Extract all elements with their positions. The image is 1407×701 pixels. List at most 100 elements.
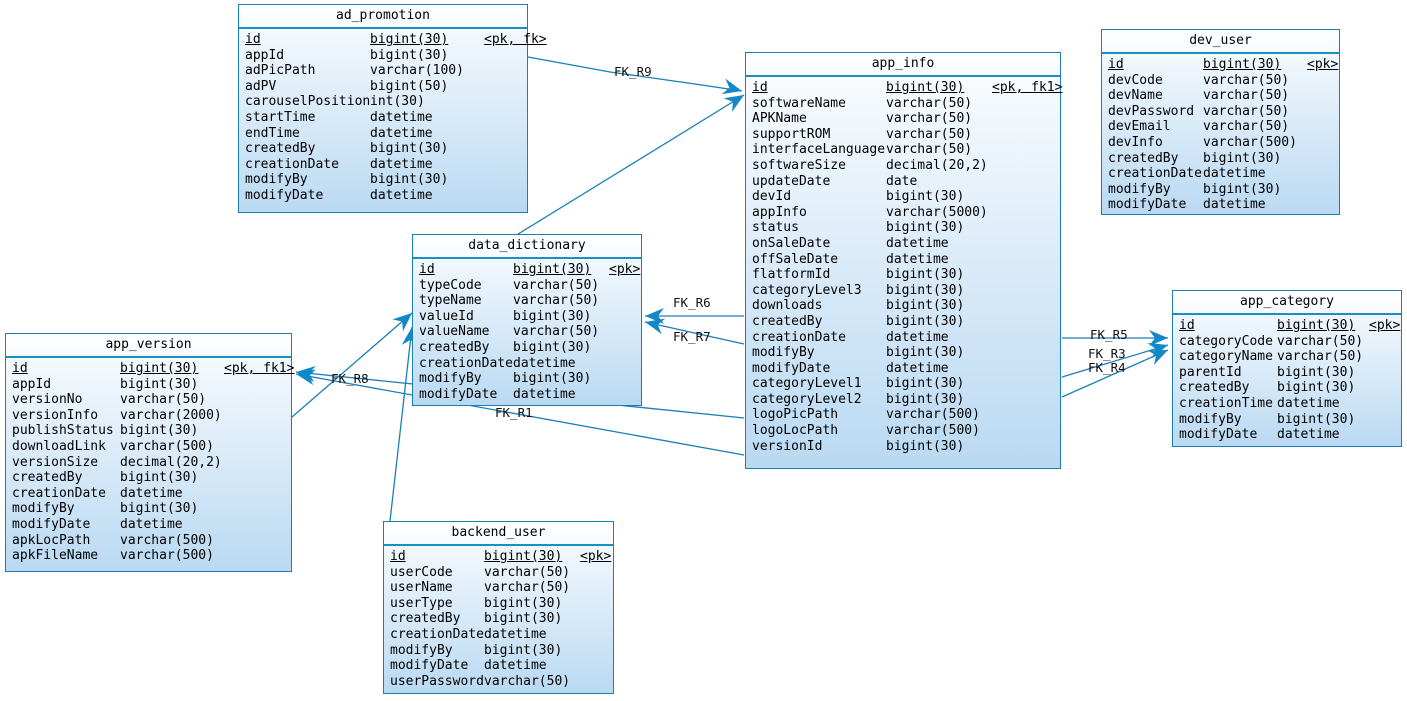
column-row[interactable]: devPassword varchar(50) — [1102, 104, 1339, 120]
column-row[interactable]: createdBy bigint(30) — [1173, 380, 1401, 396]
column-type: varchar(50) — [886, 111, 973, 127]
column-row[interactable]: modifyBy bigint(30) — [413, 371, 641, 387]
column-name: flatformId — [752, 267, 831, 283]
column-row[interactable]: creationDate datetime — [1102, 166, 1339, 182]
column-row[interactable]: devEmail varchar(50) — [1102, 119, 1339, 135]
column-row[interactable]: userCode varchar(50) — [384, 565, 613, 581]
column-row[interactable]: createdBy bigint(30) — [239, 141, 527, 157]
column-row[interactable]: logoPicPath varchar(500) — [746, 407, 1060, 423]
column-row[interactable]: creationDate datetime — [746, 330, 1060, 346]
column-row[interactable]: adPV bigint(50) — [239, 79, 527, 95]
column-row[interactable]: modifyDate datetime — [6, 517, 291, 533]
column-row[interactable]: createdBy bigint(30) — [413, 340, 641, 356]
column-row[interactable]: flatformId bigint(30) — [746, 267, 1060, 283]
column-row[interactable]: versionInfo varchar(2000) — [6, 408, 291, 424]
column-row[interactable]: userName varchar(50) — [384, 580, 613, 596]
column-row[interactable]: carouselPosition int(30) — [239, 94, 527, 110]
column-row[interactable]: versionId bigint(30) — [746, 439, 1060, 455]
column-row[interactable]: modifyBy bigint(30) — [1173, 412, 1401, 428]
entity-app_category[interactable]: app_category id bigint(30) <pk> categoryCode… — [1172, 290, 1402, 447]
column-row[interactable]: modifyBy bigint(30) — [384, 643, 613, 659]
column-row[interactable]: creationDate datetime — [239, 157, 527, 173]
column-row[interactable]: interfaceLanguage varchar(50) — [746, 142, 1060, 158]
column-row[interactable]: id bigint(30) <pk, fk1> — [6, 361, 294, 377]
column-row[interactable]: categoryName varchar(50) — [1173, 349, 1401, 365]
entity-backend_user[interactable]: backend_user id bigint(30) <pk> userCode varc… — [383, 521, 614, 694]
column-row[interactable]: modifyBy bigint(30) — [6, 501, 291, 517]
entity-app_version[interactable]: app_version id bigint(30) <pk, fk1> appId big… — [5, 333, 294, 572]
column-row[interactable]: versionNo varchar(50) — [6, 392, 291, 408]
column-row[interactable]: creationDate datetime — [384, 627, 613, 643]
column-row[interactable]: logoLocPath varchar(500) — [746, 423, 1060, 439]
column-row[interactable]: valueName varchar(50) — [413, 324, 641, 340]
column-row[interactable]: modifyDate datetime — [1102, 197, 1339, 213]
column-row[interactable]: typeName varchar(50) — [413, 293, 641, 309]
entity-dev_user[interactable]: dev_user id bigint(30) <pk> devCode varchar(5… — [1101, 29, 1340, 215]
column-row[interactable]: apkFileName varchar(500) — [6, 548, 291, 564]
column-row[interactable]: offSaleDate datetime — [746, 252, 1060, 268]
entity-app_info[interactable]: app_info id bigint(30) <pk, fk1> softwareNam… — [745, 52, 1062, 469]
column-row[interactable]: adPicPath varchar(100) — [239, 63, 527, 79]
column-row[interactable]: APKName varchar(50) — [746, 111, 1060, 127]
column-row[interactable]: softwareName varchar(50) — [746, 96, 1060, 112]
column-row[interactable]: endTime datetime — [239, 126, 527, 142]
column-row[interactable]: status bigint(30) — [746, 220, 1060, 236]
column-row[interactable]: updateDate date — [746, 174, 1060, 190]
column-row[interactable]: modifyDate datetime — [384, 658, 613, 674]
column-row[interactable]: id bigint(30) <pk> — [413, 262, 641, 278]
column-row[interactable]: valueId bigint(30) — [413, 309, 641, 325]
column-row[interactable]: devInfo varchar(500) — [1102, 135, 1339, 151]
column-row[interactable]: startTime datetime — [239, 110, 527, 126]
column-name: onSaleDate — [752, 235, 831, 251]
column-row[interactable]: apkLocPath varchar(500) — [6, 533, 291, 549]
column-row[interactable]: createdBy bigint(30) — [384, 611, 613, 627]
column-row[interactable]: creationDate datetime — [413, 356, 641, 372]
column-row[interactable]: parentId bigint(30) — [1173, 365, 1401, 381]
column-row[interactable]: categoryCode varchar(50) — [1173, 334, 1401, 350]
column-row[interactable]: appId bigint(30) — [6, 377, 291, 393]
column-type: bigint(30) — [484, 549, 563, 564]
column-type: datetime — [886, 251, 949, 267]
column-row[interactable]: devCode varchar(50) — [1102, 73, 1339, 89]
column-type: datetime — [370, 156, 433, 172]
column-row[interactable]: supportROM varchar(50) — [746, 127, 1060, 143]
entity-data_dictionary[interactable]: data_dictionary id bigint(30) <pk> typeCode v… — [412, 234, 642, 406]
column-row[interactable]: downloads bigint(30) — [746, 298, 1060, 314]
column-row[interactable]: modifyDate datetime — [413, 387, 641, 403]
column-row[interactable]: categoryLevel1 bigint(30) — [746, 376, 1060, 392]
column-row[interactable]: versionSize decimal(20,2) — [6, 455, 291, 471]
column-row[interactable]: modifyBy bigint(30) — [239, 172, 527, 188]
column-row[interactable]: modifyBy bigint(30) — [746, 345, 1060, 361]
column-row[interactable]: creationTime datetime — [1173, 396, 1401, 412]
column-row[interactable]: userPassword varchar(50) — [384, 674, 613, 690]
column-row[interactable]: createdBy bigint(30) — [6, 470, 291, 486]
column-row[interactable]: id bigint(30) <pk> — [384, 549, 613, 565]
column-row[interactable]: downloadLink varchar(500) — [6, 439, 291, 455]
column-row[interactable]: creationDate datetime — [6, 486, 291, 502]
column-row[interactable]: appId bigint(30) — [239, 48, 527, 64]
column-type: bigint(30) — [886, 220, 965, 236]
column-type: bigint(30) — [1277, 364, 1356, 380]
column-row[interactable]: modifyDate datetime — [746, 361, 1060, 377]
column-row[interactable]: id bigint(30) <pk> — [1173, 318, 1401, 334]
column-row[interactable]: publishStatus bigint(30) — [6, 423, 291, 439]
column-row[interactable]: modifyBy bigint(30) — [1102, 182, 1339, 198]
column-row[interactable]: modifyDate datetime — [1173, 427, 1401, 443]
column-row[interactable]: id bigint(30) <pk, fk> — [239, 32, 547, 48]
column-row[interactable]: appInfo varchar(5000) — [746, 205, 1060, 221]
entity-ad_promotion[interactable]: ad_promotion id bigint(30) <pk, fk> appId big… — [238, 4, 547, 213]
column-row[interactable]: categoryLevel2 bigint(30) — [746, 392, 1060, 408]
column-row[interactable]: onSaleDate datetime — [746, 236, 1060, 252]
column-row[interactable]: id bigint(30) <pk, fk1> — [746, 80, 1062, 96]
column-row[interactable]: softwareSize decimal(20,2) — [746, 158, 1060, 174]
column-row[interactable]: categoryLevel3 bigint(30) — [746, 283, 1060, 299]
column-row[interactable]: devId bigint(30) — [746, 189, 1060, 205]
column-row[interactable]: createdBy bigint(30) — [746, 314, 1060, 330]
column-row[interactable]: createdBy bigint(30) — [1102, 151, 1339, 167]
column-row[interactable]: id bigint(30) <pk> — [1102, 57, 1339, 73]
column-row[interactable]: userType bigint(30) — [384, 596, 613, 612]
column-row[interactable]: modifyDate datetime — [239, 188, 527, 204]
column-row[interactable]: devName varchar(50) — [1102, 88, 1339, 104]
column-row[interactable]: typeCode varchar(50) — [413, 278, 641, 294]
column-name: apkFileName — [12, 548, 99, 564]
